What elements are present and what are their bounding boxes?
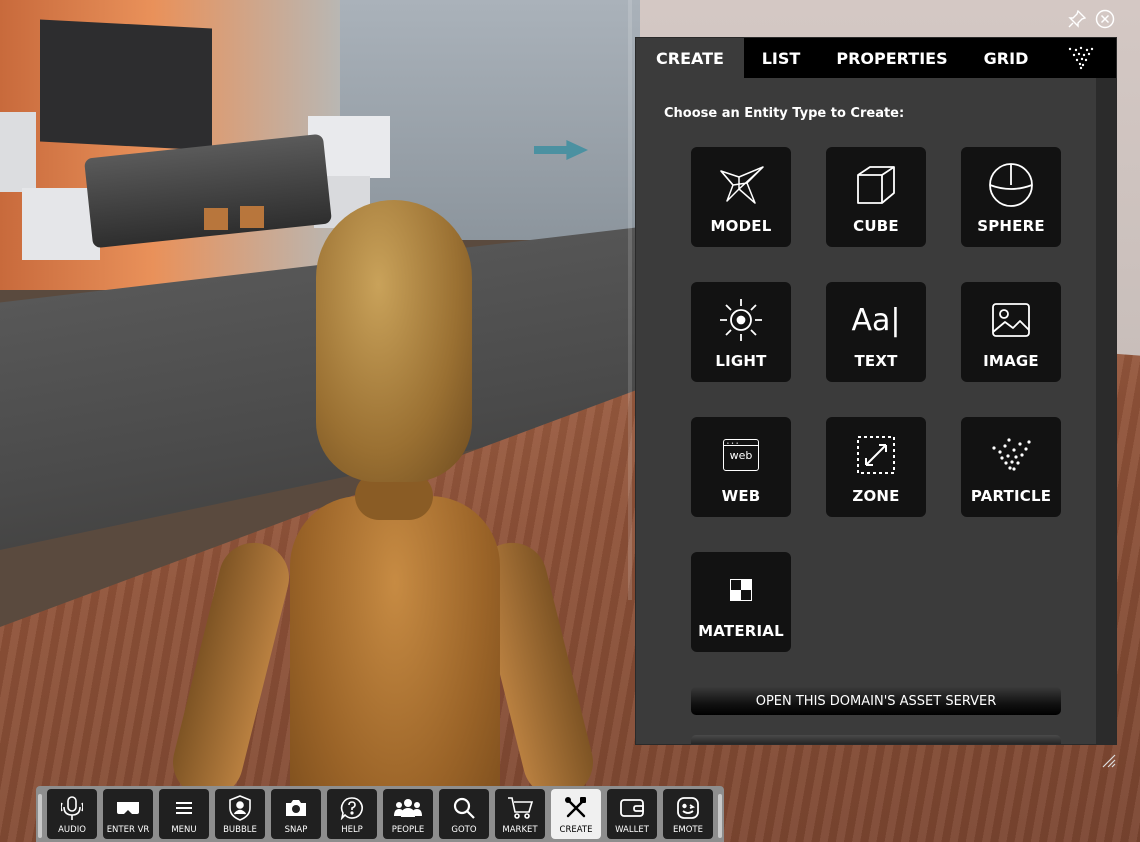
create-image-button[interactable]: IMAGE (961, 282, 1061, 382)
scene-small-cube (204, 208, 228, 230)
create-sphere-button[interactable]: SPHERE (961, 147, 1061, 247)
cart-icon (495, 794, 545, 822)
create-particle-button[interactable]: PARTICLE (961, 417, 1061, 517)
audio-button[interactable]: AUDIO (47, 789, 97, 839)
toolbar-label: GOTO (451, 825, 477, 835)
particle-icon (1068, 46, 1094, 70)
tab-list[interactable]: LIST (744, 38, 818, 78)
goto-button[interactable]: GOTO (439, 789, 489, 839)
people-icon (383, 794, 433, 822)
tile-label: TEXT (854, 352, 898, 370)
tab-grid[interactable]: GRID (966, 38, 1046, 78)
create-web-button[interactable]: ● ● ● web WEB (691, 417, 791, 517)
sphere-icon (961, 161, 1061, 209)
people-button[interactable]: PEOPLE (383, 789, 433, 839)
create-cube-button[interactable]: CUBE (826, 147, 926, 247)
panel-heading: Choose an Entity Type to Create: (664, 106, 905, 121)
create-material-button[interactable]: MATERIAL (691, 552, 791, 652)
pin-icon[interactable] (1066, 8, 1088, 30)
menu-button[interactable]: MENU (159, 789, 209, 839)
market-button[interactable]: MARKET (495, 789, 545, 839)
toolbar-label: ENTER VR (106, 825, 150, 835)
tile-label: LIGHT (715, 352, 767, 370)
tab-particle-explorer[interactable] (1046, 38, 1116, 78)
web-icon-text: web (729, 449, 753, 462)
create-model-button[interactable]: MODEL (691, 147, 791, 247)
tab-create[interactable]: CREATE (636, 38, 744, 78)
zone-icon (826, 431, 926, 479)
scene-small-cube (240, 206, 264, 228)
menu-icon (159, 794, 209, 822)
microphone-icon (47, 794, 97, 822)
toolbar-label: CREATE (559, 825, 593, 835)
bottom-toolbar: AUDIO ENTER VR MENU BUBBLE SNAP HELP PEO… (36, 786, 724, 842)
tile-label: MODEL (710, 217, 772, 235)
camera-icon (271, 794, 321, 822)
wallet-button[interactable]: WALLET (607, 789, 657, 839)
text-icon-glyph: Aa| (851, 302, 901, 338)
search-icon (439, 794, 489, 822)
toolbar-label: BUBBLE (223, 825, 257, 835)
bubble-button[interactable]: BUBBLE (215, 789, 265, 839)
help-button[interactable]: HELP (327, 789, 377, 839)
scene-box (0, 112, 36, 192)
create-text-button[interactable]: Aa| TEXT (826, 282, 926, 382)
panel-tab-bar: CREATE LIST PROPERTIES GRID (636, 38, 1116, 78)
cube-icon (826, 161, 926, 209)
light-icon (691, 296, 791, 344)
tile-label: CUBE (853, 217, 899, 235)
scene-glass-edge (628, 0, 632, 600)
toolbar-label: HELP (341, 825, 363, 835)
toolbar-label: MARKET (502, 825, 538, 835)
panel-scrollbar[interactable] (1096, 78, 1116, 744)
wallet-icon (607, 794, 657, 822)
model-icon (691, 161, 791, 209)
text-icon: Aa| (826, 296, 926, 344)
create-light-button[interactable]: LIGHT (691, 282, 791, 382)
toolbar-label: SNAP (284, 825, 308, 835)
help-icon (327, 794, 377, 822)
toolbar-label: AUDIO (58, 825, 86, 835)
resize-handle-icon[interactable] (1100, 752, 1116, 768)
emote-button[interactable]: EMOTE (663, 789, 713, 839)
tile-label: WEB (721, 487, 761, 505)
open-asset-server-button[interactable]: OPEN THIS DOMAIN'S ASSET SERVER (691, 687, 1061, 715)
toolbar-label: MENU (171, 825, 197, 835)
create-tools-icon (551, 794, 601, 822)
bubble-shield-icon (215, 794, 265, 822)
material-icon (691, 566, 791, 614)
close-icon[interactable] (1094, 8, 1116, 30)
enter-vr-button[interactable]: ENTER VR (103, 789, 153, 839)
emote-icon (663, 794, 713, 822)
toolbar-label: EMOTE (673, 825, 703, 835)
toolbar-drag-handle[interactable] (38, 794, 42, 838)
partially-visible-button[interactable] (691, 735, 1061, 744)
scene-screen (40, 19, 212, 151)
web-icon: ● ● ● web (691, 431, 791, 479)
tile-label: IMAGE (983, 352, 1039, 370)
tab-properties[interactable]: PROPERTIES (818, 38, 966, 78)
particle-icon (961, 431, 1061, 479)
toolbar-label: PEOPLE (391, 825, 425, 835)
avatar-head (316, 200, 472, 482)
toolbar-drag-handle[interactable] (718, 794, 722, 838)
tile-label: ZONE (852, 487, 900, 505)
tile-label: PARTICLE (970, 487, 1052, 505)
create-button[interactable]: CREATE (551, 789, 601, 839)
create-zone-button[interactable]: ZONE (826, 417, 926, 517)
snap-button[interactable]: SNAP (271, 789, 321, 839)
tile-label: SPHERE (977, 217, 1045, 235)
tile-label: MATERIAL (698, 622, 784, 640)
toolbar-label: WALLET (615, 825, 649, 835)
vr-headset-icon (103, 794, 153, 822)
create-panel: CREATE LIST PROPERTIES GRID Choose an En… (636, 38, 1116, 744)
image-icon (961, 296, 1061, 344)
